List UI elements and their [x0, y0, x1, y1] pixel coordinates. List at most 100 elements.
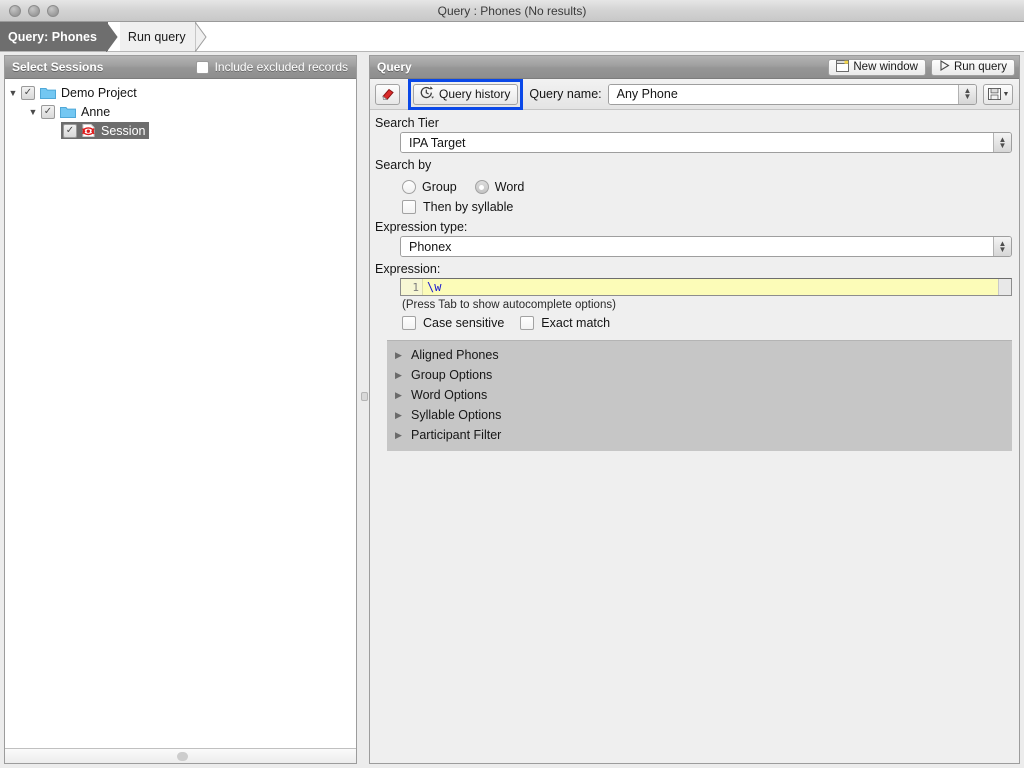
query-name-value: Any Phone [609, 85, 958, 104]
stepper-arrows-icon[interactable]: ▲▼ [958, 85, 976, 104]
expression-type-combobox[interactable]: Phonex ▲▼ [400, 236, 1012, 257]
run-query-button[interactable]: Run query [931, 59, 1015, 76]
tree-item-label: Session [101, 124, 145, 138]
history-clock-icon [419, 85, 435, 103]
radio-group-option[interactable] [402, 180, 416, 194]
section-syllable-options[interactable]: ▶ Syllable Options [387, 405, 1012, 425]
tree-item-label: Demo Project [61, 86, 137, 100]
dropdown-caret-icon[interactable]: ▼ [1003, 91, 1010, 98]
expression-line-number: 1 [401, 279, 423, 295]
radio-word-label: Word [495, 180, 525, 194]
section-group-options[interactable]: ▶ Group Options [387, 365, 1012, 385]
match-options-row: Case sensitive Exact match [373, 316, 1012, 330]
checkbox-box [402, 200, 416, 214]
section-label: Participant Filter [411, 428, 501, 442]
save-query-button[interactable]: ▼ [983, 84, 1013, 105]
include-excluded-records-label: Include excluded records [215, 60, 348, 74]
expression-type-label: Expression type: [375, 220, 1012, 234]
search-tier-value: IPA Target [401, 133, 993, 152]
exact-match-label: Exact match [541, 316, 610, 330]
sessions-panel-title: Select Sessions [12, 60, 103, 74]
stepper-arrows-icon[interactable]: ▲▼ [993, 237, 1011, 256]
breadcrumb: Query: Phones Run query [0, 22, 1024, 52]
query-history-label: Query history [439, 87, 510, 101]
search-tier-label: Search Tier [375, 116, 1012, 130]
tree-item-label: Anne [81, 105, 110, 119]
radio-group-label: Group [422, 180, 457, 194]
collapsible-sections: ▶ Aligned Phones ▶ Group Options ▶ Word … [387, 340, 1012, 451]
breadcrumb-chevron-icon [106, 22, 118, 51]
expression-editor[interactable]: 1 \w [400, 278, 1012, 296]
section-word-options[interactable]: ▶ Word Options [387, 385, 1012, 405]
breadcrumb-label: Query: Phones [8, 30, 97, 44]
section-label: Syllable Options [411, 408, 501, 422]
run-query-label: Run query [954, 61, 1007, 73]
query-panel-header: Query New window [370, 56, 1019, 79]
query-form: Search Tier IPA Target ▲▼ Search by Grou… [370, 110, 1019, 763]
chevron-right-icon[interactable]: ▶ [395, 390, 411, 401]
search-tier-combobox[interactable]: IPA Target ▲▼ [400, 132, 1012, 153]
query-history-button[interactable]: Query history [413, 84, 518, 105]
eraser-icon [380, 86, 396, 102]
chevron-right-icon[interactable]: ▶ [395, 370, 411, 381]
folder-icon [40, 86, 56, 99]
scrollbar-thumb[interactable] [177, 752, 188, 761]
breadcrumb-label: Run query [128, 30, 186, 44]
query-panel-title: Query [377, 60, 412, 74]
case-sensitive-checkbox[interactable] [402, 316, 416, 330]
case-sensitive-label: Case sensitive [423, 316, 504, 330]
expression-input[interactable]: \w [423, 279, 998, 295]
sessions-panel-header: Select Sessions Include excluded records [5, 56, 356, 79]
autocomplete-hint: (Press Tab to show autocomplete options) [402, 299, 1012, 311]
section-label: Word Options [411, 388, 487, 402]
session-icon [81, 123, 96, 138]
breadcrumb-run-query[interactable]: Run query [120, 22, 197, 51]
session-tree[interactable]: ▼ ✓ Demo Project ▼ ✓ [5, 79, 356, 748]
tree-item-selected-highlight[interactable]: ✓ Session [61, 122, 149, 139]
section-label: Aligned Phones [411, 348, 499, 362]
query-name-label: Query name: [529, 87, 601, 101]
expression-type-value: Phonex [401, 237, 993, 256]
checkbox-checked-icon[interactable]: ✓ [63, 124, 77, 138]
chevron-right-icon[interactable]: ▶ [395, 350, 411, 361]
breadcrumb-chevron-icon [195, 22, 207, 51]
search-by-label: Search by [375, 158, 1012, 172]
radio-word-option[interactable] [475, 180, 489, 194]
expand-twisty-icon[interactable]: ▼ [5, 88, 21, 98]
window-titlebar: Query : Phones (No results) [0, 0, 1024, 22]
new-window-button[interactable]: New window [828, 59, 926, 76]
chevron-right-icon[interactable]: ▶ [395, 410, 411, 421]
splitter-grip-icon[interactable] [361, 392, 368, 401]
breadcrumb-query-phones[interactable]: Query: Phones [0, 22, 108, 51]
tree-item-anne[interactable]: ▼ ✓ Anne [5, 102, 356, 121]
checkbox-checked-icon[interactable]: ✓ [21, 86, 35, 100]
sessions-horizontal-scrollbar[interactable] [5, 748, 356, 763]
tree-item-session[interactable]: ✓ Session [5, 121, 356, 140]
sessions-panel: Select Sessions Include excluded records… [0, 52, 360, 768]
then-by-syllable-label: Then by syllable [423, 200, 513, 214]
section-label: Group Options [411, 368, 492, 382]
section-aligned-phones[interactable]: ▶ Aligned Phones [387, 345, 1012, 365]
main-split-area: Select Sessions Include excluded records… [0, 52, 1024, 768]
stepper-arrows-icon[interactable]: ▲▼ [993, 133, 1011, 152]
query-toolbar: Query history Query name: Any Phone ▲▼ [370, 79, 1019, 110]
search-by-radio-group: Group Word [373, 180, 1012, 194]
expression-scrollbar[interactable] [998, 279, 1011, 295]
folder-icon [60, 105, 76, 118]
then-by-syllable-checkbox[interactable]: Then by syllable [373, 200, 1012, 214]
clear-query-button[interactable] [375, 84, 400, 105]
exact-match-checkbox[interactable] [520, 316, 534, 330]
chevron-right-icon[interactable]: ▶ [395, 430, 411, 441]
panel-splitter[interactable] [360, 52, 369, 768]
query-name-combobox[interactable]: Any Phone ▲▼ [608, 84, 977, 105]
section-participant-filter[interactable]: ▶ Participant Filter [387, 425, 1012, 445]
tree-item-demo-project[interactable]: ▼ ✓ Demo Project [5, 83, 356, 102]
checkbox-box [196, 61, 209, 74]
window-title: Query : Phones (No results) [0, 4, 1024, 18]
query-panel: Query New window [369, 52, 1024, 768]
expand-twisty-icon[interactable]: ▼ [25, 107, 41, 117]
checkbox-checked-icon[interactable]: ✓ [41, 105, 55, 119]
expression-label: Expression: [375, 262, 1012, 276]
include-excluded-records-checkbox[interactable]: Include excluded records [196, 60, 348, 74]
window-icon [836, 60, 849, 75]
